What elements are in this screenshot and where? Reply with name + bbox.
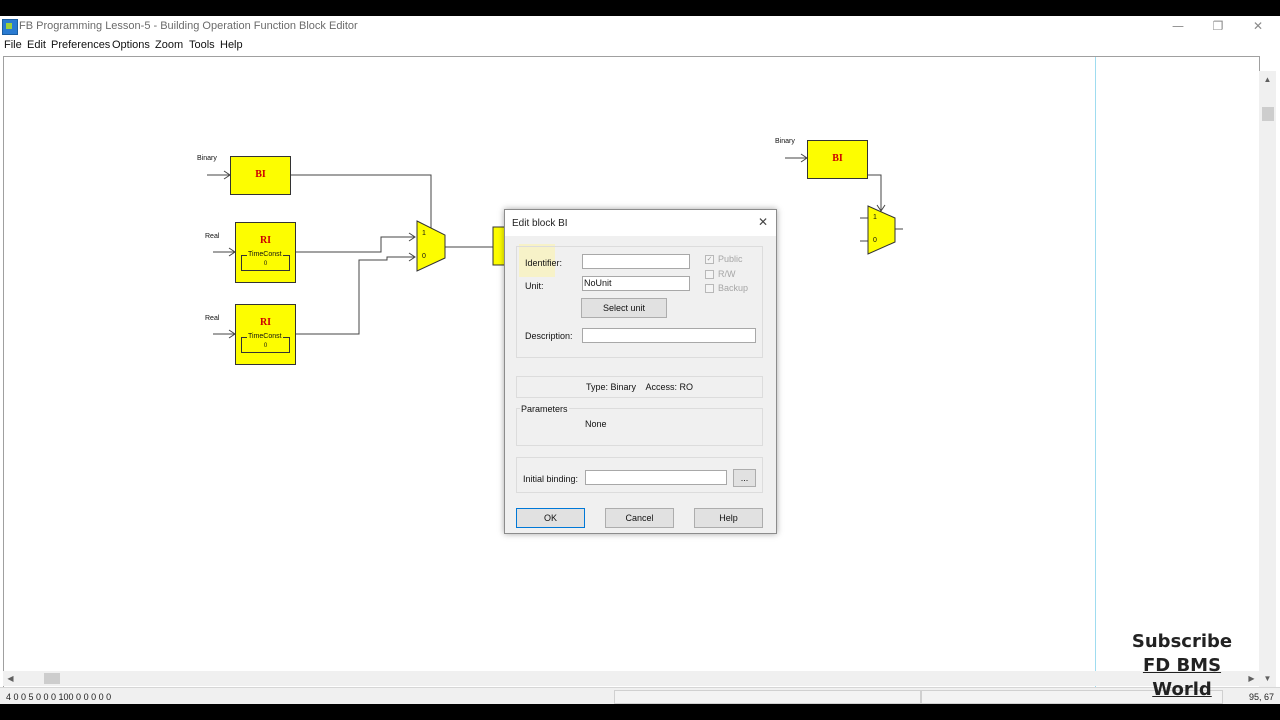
- status-bar: 4 0 0 5 0 0 0 100 0 0 0 0 0 95, 67: [0, 687, 1280, 704]
- browse-binding-button[interactable]: ...: [733, 469, 756, 487]
- horizontal-scroll-thumb[interactable]: [44, 673, 60, 684]
- param-box[interactable]: TimeConst 0: [241, 251, 290, 271]
- backup-checkbox[interactable]: [705, 284, 714, 293]
- rw-label: R/W: [718, 269, 736, 279]
- block-title: RI: [259, 235, 272, 246]
- param-box[interactable]: TimeConst 0: [241, 333, 290, 353]
- edit-block-dialog: Edit block BI ✕ Identifier: Unit: NoUnit…: [504, 209, 777, 534]
- menu-options[interactable]: Options: [112, 38, 150, 52]
- minimize-button[interactable]: —: [1168, 18, 1188, 34]
- page-boundary-line: [1095, 57, 1096, 687]
- block-title: BI: [832, 153, 843, 164]
- bi-block-2[interactable]: BI: [807, 140, 868, 179]
- status-panel: [614, 690, 921, 704]
- unit-label: Unit:: [525, 281, 544, 291]
- wire-ri1-to-mux: [296, 236, 414, 253]
- status-text: 4 0 0 5 0 0 0 100 0 0 0 0 0: [6, 692, 112, 702]
- watermark-line-1: Subscribe: [1131, 631, 1233, 652]
- menu-file[interactable]: File: [4, 38, 22, 52]
- multiplexer-1[interactable]: [416, 220, 446, 272]
- input-label-real-1: Real: [205, 233, 220, 240]
- menu-preferences[interactable]: Preferences: [51, 38, 110, 52]
- scroll-left-icon[interactable]: ◀: [3, 671, 18, 686]
- public-label: Public: [718, 254, 743, 264]
- horizontal-scrollbar[interactable]: ◀ ▶: [3, 671, 1259, 686]
- public-checkbox[interactable]: ✓: [705, 255, 714, 264]
- mux-input-0-label: 0: [422, 253, 426, 260]
- mux2-input-1-label: 1: [873, 214, 877, 221]
- parameters-value: None: [585, 419, 607, 429]
- maximize-button[interactable]: ❐: [1208, 18, 1228, 34]
- dialog-title: Edit block BI: [512, 218, 568, 229]
- identifier-label: Identifier:: [525, 258, 563, 268]
- menu-help[interactable]: Help: [220, 38, 243, 52]
- block-title: BI: [255, 169, 266, 180]
- unit-field[interactable]: NoUnit: [582, 276, 690, 291]
- parameters-label: Parameters: [520, 404, 569, 414]
- description-field[interactable]: [582, 328, 756, 343]
- block-title: RI: [259, 317, 272, 328]
- input-label-binary-2: Binary: [775, 138, 795, 145]
- initial-binding-label: Initial binding:: [523, 474, 579, 484]
- ok-button[interactable]: OK: [516, 508, 585, 528]
- window-title: FB Programming Lesson-5 - Building Opera…: [19, 20, 358, 32]
- scroll-up-icon[interactable]: ▲: [1259, 71, 1276, 88]
- bi-block-1[interactable]: BI: [230, 156, 291, 195]
- backup-label: Backup: [718, 283, 749, 293]
- menu-zoom[interactable]: Zoom: [155, 38, 183, 52]
- menu-bar: File Edit Preferences Options Zoom Tools…: [0, 38, 1280, 54]
- app-icon: [2, 19, 18, 35]
- input-label-real-2: Real: [205, 315, 220, 322]
- description-label: Description:: [525, 331, 573, 341]
- vertical-scrollbar[interactable]: ▲ ▼: [1259, 71, 1276, 687]
- param-value: 0: [263, 343, 268, 349]
- ri-block-2[interactable]: RI TimeConst 0: [235, 304, 296, 365]
- select-unit-button[interactable]: Select unit: [581, 298, 667, 318]
- mux2-input-0-label: 0: [873, 237, 877, 244]
- title-bar: FB Programming Lesson-5 - Building Opera…: [0, 16, 1280, 38]
- close-button[interactable]: ✕: [1248, 18, 1268, 34]
- identifier-field[interactable]: [582, 254, 690, 269]
- vertical-scroll-thumb[interactable]: [1262, 107, 1274, 121]
- wire-bi-to-mux: [290, 174, 432, 229]
- scroll-down-icon[interactable]: ▼: [1259, 670, 1276, 687]
- rw-checkbox[interactable]: [705, 270, 714, 279]
- menu-edit[interactable]: Edit: [27, 38, 46, 52]
- cancel-button[interactable]: Cancel: [605, 508, 674, 528]
- ri-block-1[interactable]: RI TimeConst 0: [235, 222, 296, 283]
- wire-bi2-to-mux2: [867, 174, 882, 210]
- dialog-title-bar: Edit block BI ✕: [505, 210, 776, 236]
- subscribe-watermark: Subscribe FD BMS World: [1112, 630, 1252, 702]
- wire-ri2-to-mux: [296, 256, 414, 335]
- param-label: TimeConst: [247, 333, 283, 340]
- initial-binding-field[interactable]: [585, 470, 727, 485]
- param-value: 0: [263, 261, 268, 267]
- close-icon[interactable]: ✕: [758, 215, 768, 229]
- input-label-binary-1: Binary: [197, 155, 217, 162]
- application-window: FB Programming Lesson-5 - Building Opera…: [0, 16, 1280, 704]
- help-button[interactable]: Help: [694, 508, 763, 528]
- mux-input-1-label: 1: [422, 230, 426, 237]
- cursor-coordinates: 95, 67: [1248, 692, 1274, 702]
- watermark-line-2: FD BMS World: [1142, 655, 1222, 700]
- param-label: TimeConst: [247, 251, 283, 258]
- menu-tools[interactable]: Tools: [189, 38, 215, 52]
- type-access-text: Type: Binary Access: RO: [586, 382, 694, 392]
